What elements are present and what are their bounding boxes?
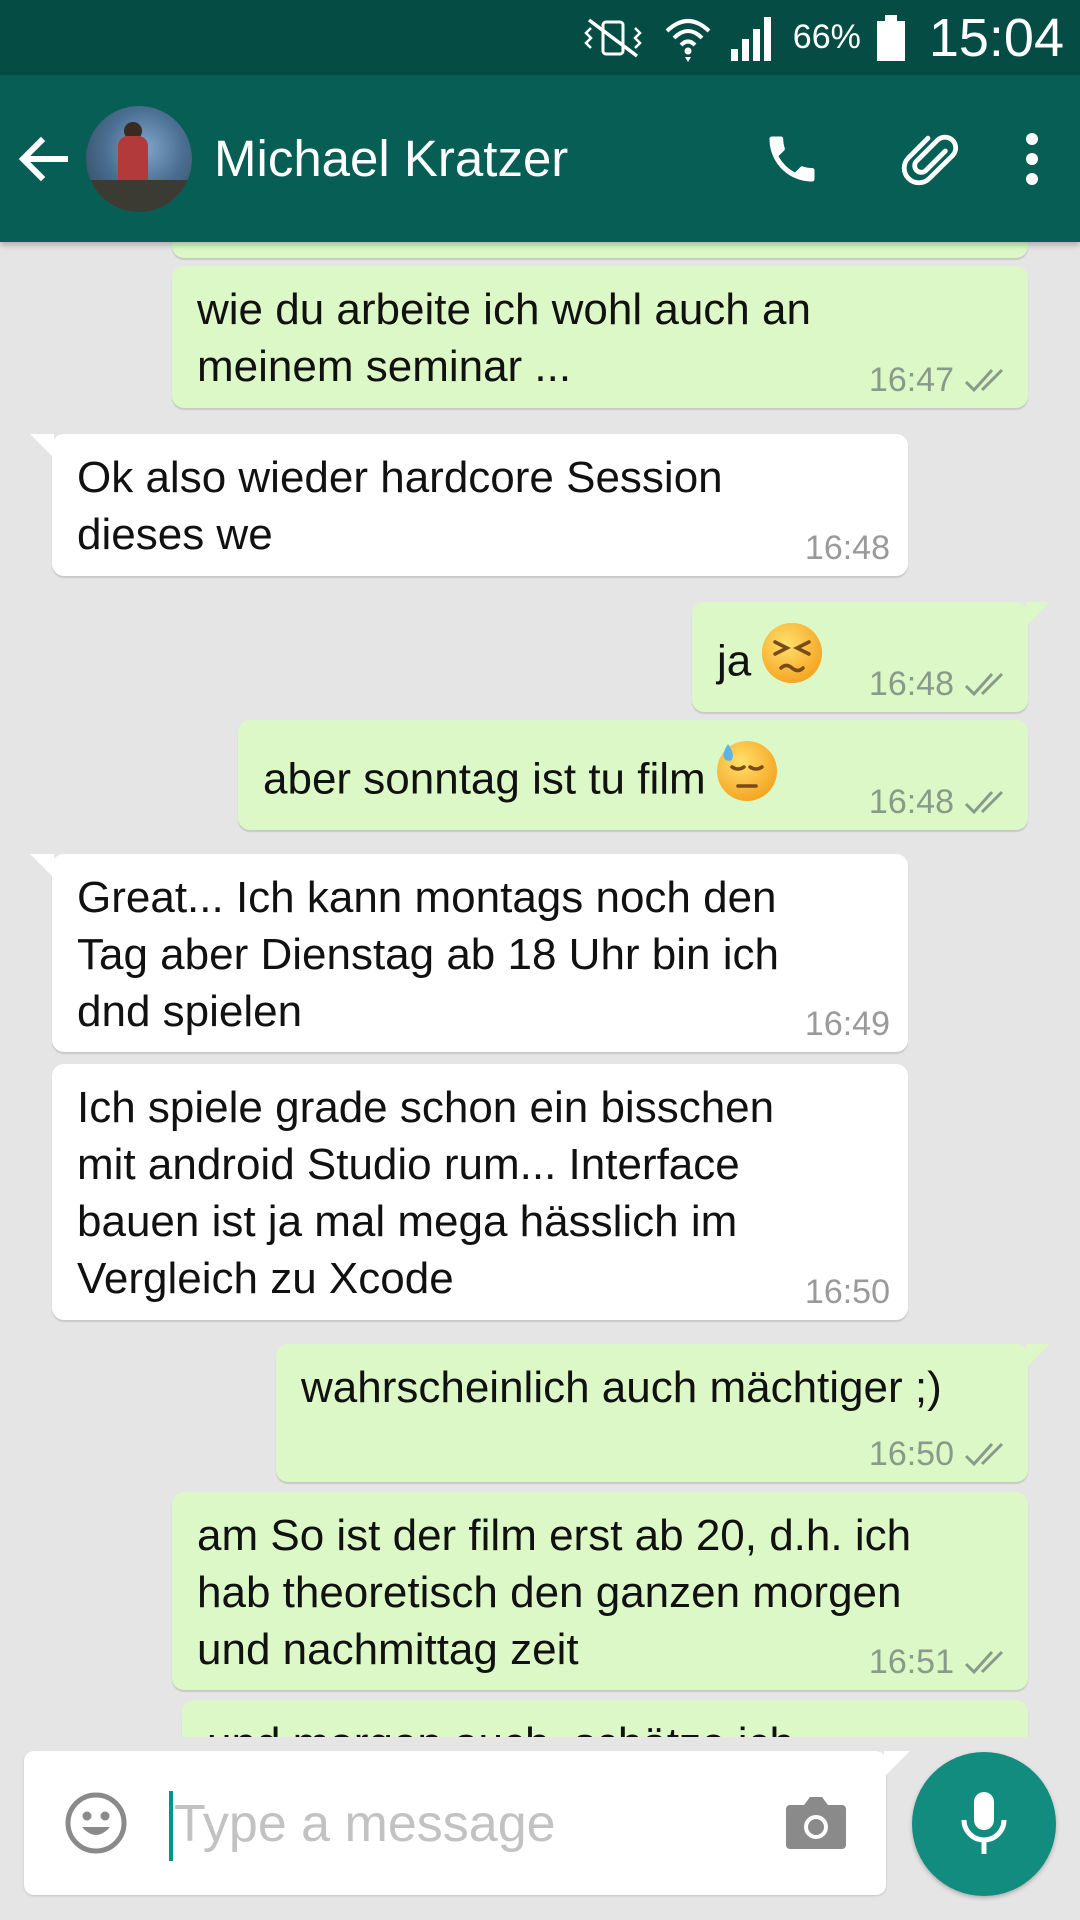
message-meta: 16:51 [869,1642,1010,1682]
read-ticks-icon [964,1442,1004,1467]
read-ticks-icon [964,368,1004,393]
read-ticks-icon [964,1650,1004,1675]
message-time: 16:50 [868,1435,954,1473]
message-time: 16:48 [868,783,954,821]
phone-icon[interactable] [722,75,862,242]
message-bubble-outgoing[interactable]: ja 16:48 [692,602,1050,712]
emoji-icon[interactable] [64,1791,128,1855]
message-meta: 16:48 [869,782,1010,822]
message-bubble-incoming[interactable]: Ok also wieder hardcore Session dieses w… [30,434,908,576]
status-bar: 66% 15:04 [0,0,1080,75]
message-text: wie du arbeite ich wohl auch an meinem s… [197,285,811,391]
paperclip-icon[interactable] [862,75,1002,242]
avatar[interactable] [86,105,192,212]
message-bubble-outgoing[interactable]: aber sonntag ist tu film 16:48 [238,720,1028,830]
back-arrow-icon[interactable] [0,75,86,242]
message-meta: 16:50 [869,1434,1010,1474]
message-time: 16:47 [868,361,954,399]
persevering-face-emoji [761,622,823,698]
message-bubble-incoming[interactable]: Ich spiele grade schon ein bisschen mit … [52,1064,908,1320]
message-bubble-outgoing[interactable]: am So ist der film erst ab 20, d.h. ich … [172,1492,1028,1690]
text-cursor [169,1791,173,1861]
message-time: 16:48 [868,665,954,703]
downcast-sweat-face-emoji [716,740,778,816]
message-meta: 16:47 [869,360,1010,400]
battery-icon [875,13,907,63]
camera-icon[interactable] [782,1793,850,1853]
message-meta: 16:48 [805,528,890,568]
message-meta: 16:48 [869,664,1010,704]
mic-icon[interactable] [912,1752,1056,1896]
message-text: aber sonntag ist tu film [263,741,778,820]
vibrate-mute-icon [577,16,649,60]
message-text: am So ist der film erst ab 20, d.h. ich … [197,1511,912,1674]
message-time: 16:51 [868,1643,954,1681]
message-list[interactable]: wie du arbeite ich wohl auch an meinem s… [0,242,1080,1737]
read-ticks-icon [964,790,1004,815]
message-text: und morgen auch, schätze ich [207,1715,794,1737]
message-input[interactable] [174,1781,734,1867]
message-bubble-partial-top [172,242,1028,258]
message-text: Ich spiele grade schon ein bisschen mit … [77,1083,775,1303]
chat-header: Michael Kratzer [0,75,1080,242]
clock: 15:04 [928,7,1064,68]
message-bubble-outgoing[interactable]: wie du arbeite ich wohl auch an meinem s… [172,266,1028,408]
read-ticks-icon [964,672,1004,697]
more-vert-icon[interactable] [1002,75,1062,242]
battery-percent: 66% [792,18,861,56]
message-text: wahrscheinlich auch mächtiger ;) [301,1363,942,1412]
message-time: 16:49 [804,1005,890,1043]
message-time: 16:48 [804,529,890,567]
message-meta: 16:50 [805,1272,890,1312]
message-bubble-incoming[interactable]: Great... Ich kann montags noch den Tag a… [30,854,908,1052]
message-composer [24,1751,910,1895]
message-text: ja [717,623,823,702]
message-bubble-outgoing[interactable]: wahrscheinlich auch mächtiger ;) 16:50 [276,1344,1050,1482]
contact-name[interactable]: Michael Kratzer [214,129,722,188]
wifi-icon [663,13,713,63]
message-bubble-outgoing[interactable]: und morgen auch, schätze ich [182,1700,1028,1737]
message-time: 16:50 [804,1273,890,1311]
message-meta: 16:49 [805,1004,890,1044]
cell-signal-icon [727,15,779,61]
message-text: Great... Ich kann montags noch den Tag a… [77,873,779,1036]
message-text: Ok also wieder hardcore Session dieses w… [77,453,723,559]
